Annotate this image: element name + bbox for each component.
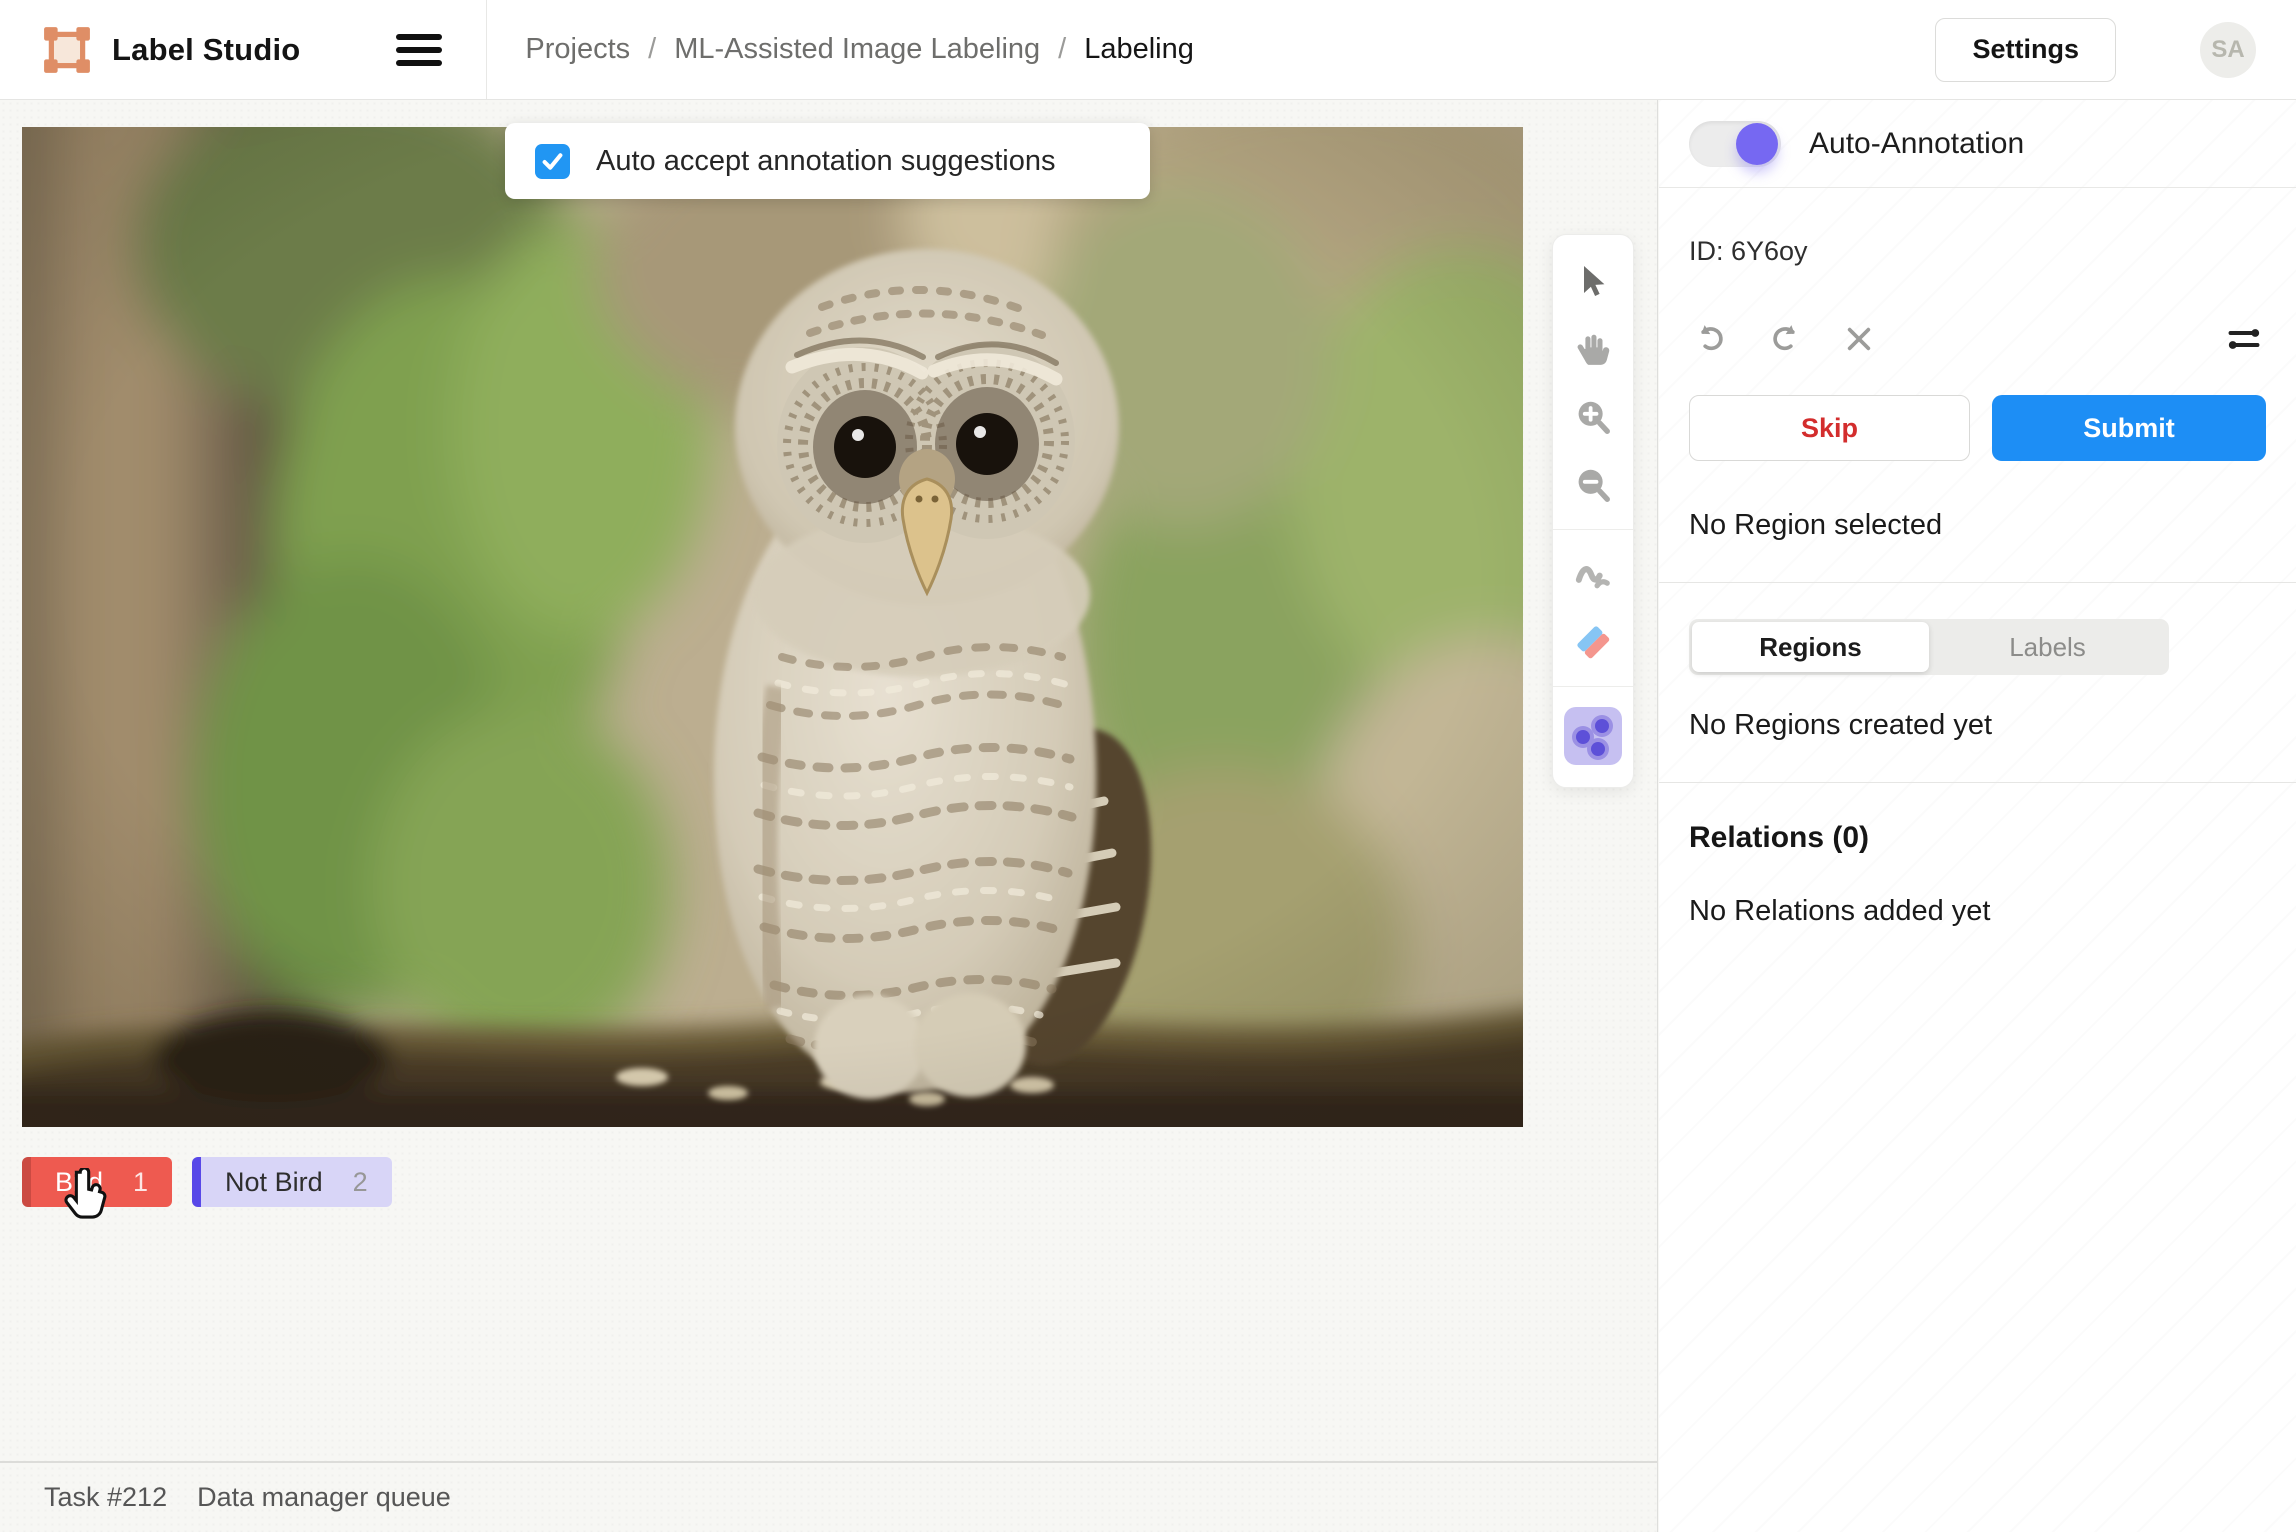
checkmark-icon: [539, 148, 566, 175]
breadcrumb-projects[interactable]: Projects: [525, 33, 630, 66]
auto-accept-checkbox[interactable]: [535, 144, 570, 179]
pointer-icon: [1575, 263, 1611, 299]
sidebar-divider: [1659, 582, 2296, 583]
eraser-icon: [1572, 621, 1614, 663]
labeling-workspace: Auto accept annotation suggestions: [0, 100, 1658, 1532]
magic-wand-icon: [1564, 707, 1622, 765]
tab-labels[interactable]: Labels: [1929, 622, 2166, 672]
auto-accept-tooltip: Auto accept annotation suggestions: [505, 123, 1150, 199]
undo-button[interactable]: [1693, 321, 1729, 357]
queue-name: Data manager queue: [197, 1482, 451, 1513]
zoom-out-tool-button[interactable]: [1569, 461, 1617, 509]
pan-tool-button[interactable]: [1569, 325, 1617, 373]
eraser-tool-button[interactable]: [1569, 618, 1617, 666]
brush-tool-button[interactable]: [1569, 550, 1617, 598]
label-name: Bird: [55, 1167, 103, 1198]
tool-palette: [1552, 234, 1634, 788]
submit-button[interactable]: Submit: [1992, 395, 2266, 461]
annotation-id: ID: 6Y6oy: [1689, 236, 2266, 267]
regions-empty-message: No Regions created yet: [1689, 709, 2266, 742]
app-logo[interactable]: Label Studio: [0, 25, 300, 75]
task-image[interactable]: [22, 127, 1523, 1127]
label-studio-logo-icon: [42, 25, 92, 75]
brush-icon: [1573, 554, 1613, 594]
owl-photo: [22, 127, 1523, 1127]
header-divider: [486, 0, 487, 99]
skip-button[interactable]: Skip: [1689, 395, 1970, 461]
task-footer: Task #212 Data manager queue: [0, 1461, 1657, 1532]
annotation-sidebar: Auto-Annotation ID: 6Y6oy: [1659, 100, 2296, 1532]
zoom-in-icon: [1574, 398, 1612, 436]
sliders-icon: [2226, 321, 2262, 357]
breadcrumb-separator: /: [1058, 33, 1066, 66]
label-hotkey: 1: [133, 1167, 148, 1198]
redo-icon: [1768, 322, 1802, 356]
label-button-bird[interactable]: Bird 1: [22, 1157, 172, 1207]
user-avatar[interactable]: SA: [2200, 22, 2256, 78]
breadcrumb-separator: /: [648, 33, 656, 66]
toolbar-divider: [1553, 686, 1633, 687]
annotation-actions-row: [1693, 321, 2262, 357]
zoom-in-tool-button[interactable]: [1569, 393, 1617, 441]
breadcrumb-current-page: Labeling: [1084, 33, 1194, 66]
sidebar-divider: [1659, 782, 2296, 783]
relations-empty-message: No Relations added yet: [1689, 895, 2266, 928]
toolbar-divider: [1553, 529, 1633, 530]
relations-heading: Relations (0): [1689, 821, 2266, 855]
regions-labels-tabs: Regions Labels: [1689, 619, 2169, 675]
reset-button[interactable]: [1841, 321, 1877, 357]
tab-regions[interactable]: Regions: [1692, 622, 1929, 672]
breadcrumb: Projects / ML-Assisted Image Labeling / …: [525, 33, 1193, 66]
zoom-out-icon: [1574, 466, 1612, 504]
close-icon: [1843, 323, 1875, 355]
task-number: Task #212: [44, 1482, 167, 1513]
label-name: Not Bird: [225, 1167, 323, 1198]
settings-button[interactable]: Settings: [1935, 18, 2116, 82]
auto-annotation-toggle[interactable]: [1689, 121, 1781, 167]
magic-wand-tool-button[interactable]: [1564, 707, 1622, 765]
region-status: No Region selected: [1689, 509, 2266, 542]
decision-buttons: Skip Submit: [1689, 395, 2266, 461]
redo-button[interactable]: [1767, 321, 1803, 357]
auto-annotation-label: Auto-Annotation: [1809, 127, 2024, 161]
hand-icon: [1574, 330, 1612, 368]
breadcrumb-project[interactable]: ML-Assisted Image Labeling: [674, 33, 1040, 66]
auto-annotation-row: Auto-Annotation: [1659, 100, 2296, 188]
label-button-not-bird[interactable]: Not Bird 2: [192, 1157, 392, 1207]
toggle-knob: [1736, 123, 1778, 165]
view-settings-button[interactable]: [2226, 321, 2262, 357]
label-hotkey: 2: [353, 1167, 368, 1198]
hamburger-menu-icon[interactable]: [396, 34, 442, 66]
undo-icon: [1694, 322, 1728, 356]
app-header: Label Studio Projects / ML-Assisted Imag…: [0, 0, 2296, 100]
label-buttons-row: Bird 1 Not Bird 2: [22, 1157, 392, 1207]
auto-accept-label: Auto accept annotation suggestions: [596, 145, 1056, 178]
app-name: Label Studio: [112, 32, 300, 68]
pointer-tool-button[interactable]: [1569, 257, 1617, 305]
